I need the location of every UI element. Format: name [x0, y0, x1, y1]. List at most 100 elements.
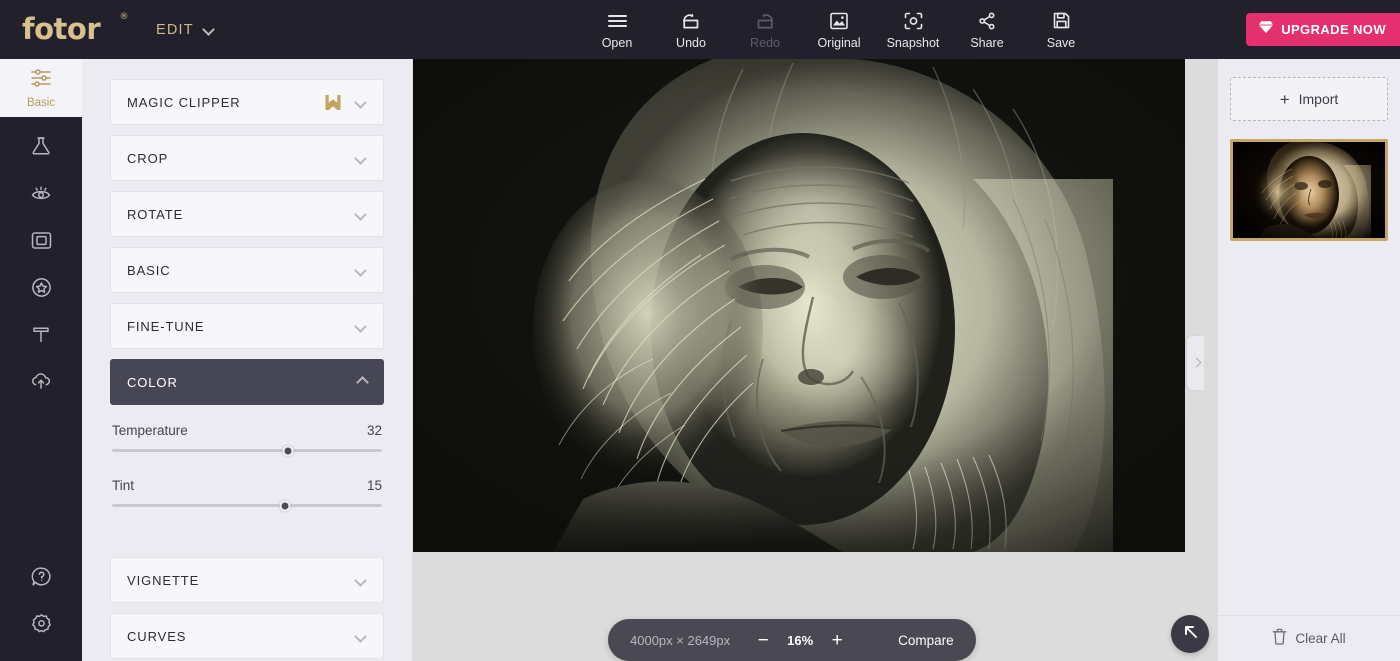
registered-mark: ® — [119, 12, 129, 22]
slider-value: 32 — [366, 423, 382, 438]
sidebar-item-upload[interactable] — [0, 360, 82, 407]
save-button[interactable]: Save — [1024, 0, 1098, 59]
frame-icon — [30, 229, 53, 257]
upgrade-label: UPGRADE NOW — [1281, 22, 1386, 37]
panel-section-color[interactable]: COLOR — [110, 359, 384, 405]
undo-arrow-icon — [680, 10, 702, 32]
sidebar-item-text[interactable] — [0, 313, 82, 360]
cloud-upload-icon — [29, 370, 53, 397]
slider-track-temperature[interactable] — [112, 445, 382, 456]
canvas-area[interactable]: 4000px × 2649px − 16% + Compare — [412, 59, 1218, 661]
clear-all-button[interactable]: Clear All — [1218, 615, 1400, 661]
top-toolbar: fotor ® EDIT Open Undo Redo Original Sna… — [0, 0, 1400, 59]
settings-button[interactable] — [0, 602, 82, 649]
panel-section-crop[interactable]: CROP — [110, 135, 384, 181]
sidebar-item-effects[interactable] — [0, 125, 82, 172]
sliders-icon — [29, 67, 53, 94]
redo-button[interactable]: Redo — [728, 0, 802, 59]
help-button[interactable] — [0, 555, 82, 602]
arrow-up-left-icon — [1181, 622, 1200, 646]
zoom-out-button[interactable]: − — [750, 627, 776, 653]
help-question-icon — [30, 565, 53, 593]
slider-knob-tint[interactable] — [279, 500, 291, 511]
open-button[interactable]: Open — [580, 0, 654, 59]
snapshot-label: Snapshot — [886, 35, 940, 50]
panel-section-fine-tune[interactable]: FINE-TUNE — [110, 303, 384, 349]
panel-section-curves[interactable]: CURVES — [110, 613, 384, 659]
original-label: Original — [817, 35, 861, 50]
compare-button[interactable]: Compare — [898, 633, 954, 648]
import-button[interactable]: + Import — [1230, 77, 1388, 121]
diamond-icon — [1258, 20, 1274, 39]
slider-value: 15 — [366, 478, 382, 493]
chevron-down-icon — [356, 575, 367, 586]
zoom-toolbar: 4000px × 2649px − 16% + Compare — [608, 619, 976, 661]
sidebar-item-frame[interactable] — [0, 219, 82, 266]
slider-label-row-temperature: Temperature 32 — [112, 423, 382, 438]
sidebar-item-beauty[interactable] — [0, 172, 82, 219]
slider-track-tint[interactable] — [112, 500, 382, 511]
original-button[interactable]: Original — [802, 0, 876, 59]
photo-thumbnail[interactable] — [1230, 139, 1388, 241]
slider-name: Tint — [112, 478, 135, 493]
sidebar-item-basic[interactable]: Basic — [0, 59, 82, 117]
image-dimensions-label: 4000px × 2649px — [630, 632, 731, 648]
left-tool-rail: Basic — [0, 59, 82, 661]
panel-section-basic[interactable]: BASIC — [110, 247, 384, 293]
fotor-editor-window: fotor ® EDIT Open Undo Redo Original Sna… — [0, 0, 1400, 661]
eye-beauty-icon — [29, 182, 54, 209]
section-title: VIGNETTE — [127, 572, 200, 588]
snapshot-button[interactable]: Snapshot — [876, 0, 950, 59]
clear-all-label: Clear All — [1295, 631, 1346, 646]
chevron-down-icon — [356, 153, 367, 164]
undo-button[interactable]: Undo — [654, 0, 728, 59]
edit-menu-label: EDIT — [156, 21, 194, 38]
chevron-down-icon — [356, 97, 367, 108]
undo-label: Undo — [676, 35, 706, 50]
trash-icon — [1272, 628, 1287, 650]
panel-section-magic-clipper[interactable]: MAGIC CLIPPER — [110, 79, 384, 125]
rail-spacer — [0, 117, 82, 125]
panel-section-rotate[interactable]: ROTATE — [110, 191, 384, 237]
chevron-right-icon — [1192, 359, 1200, 367]
chevron-up-icon — [356, 377, 367, 388]
chevron-down-icon — [356, 631, 367, 642]
section-title: CROP — [127, 150, 169, 166]
edit-menu[interactable]: EDIT — [156, 22, 215, 38]
slider-label-row-tint: Tint 15 — [112, 478, 382, 493]
camera-focus-icon — [903, 10, 924, 32]
plus-icon: + — [1279, 89, 1290, 109]
fotor-logo[interactable]: fotor ® — [22, 12, 134, 46]
premium-crown-icon — [324, 94, 342, 111]
chevron-down-icon — [204, 24, 215, 35]
zoom-in-button[interactable]: + — [824, 627, 850, 653]
section-title: BASIC — [127, 262, 171, 278]
section-title: COLOR — [127, 374, 178, 390]
logo-text: fotor — [22, 12, 101, 46]
panel-collapse-handle[interactable] — [1187, 336, 1204, 390]
sidebar-item-sticker[interactable] — [0, 266, 82, 313]
photo-render — [413, 59, 1185, 552]
sticker-star-icon — [30, 276, 53, 304]
redo-arrow-icon — [754, 10, 776, 32]
photo-tray-panel: + Import Clear All — [1218, 59, 1400, 661]
section-title: MAGIC CLIPPER — [127, 94, 241, 110]
edited-photo[interactable] — [413, 59, 1185, 552]
slider-name: Temperature — [112, 423, 188, 438]
rail-bottom-group — [0, 555, 82, 649]
share-button[interactable]: Share — [950, 0, 1024, 59]
save-label: Save — [1046, 35, 1076, 50]
fit-to-screen-button[interactable] — [1171, 615, 1209, 653]
slider-knob-temperature[interactable] — [282, 445, 293, 456]
upgrade-now-button[interactable]: UPGRADE NOW — [1246, 13, 1400, 46]
flask-effects-icon — [29, 134, 53, 163]
chevron-down-icon — [356, 209, 367, 220]
floppy-disk-icon — [1052, 10, 1071, 32]
open-label: Open — [601, 35, 633, 50]
settings-gear-icon — [30, 612, 53, 640]
section-title: FINE-TUNE — [127, 318, 205, 334]
section-title: ROTATE — [127, 206, 184, 222]
color-section-body: Temperature 32 Tint 15 — [110, 415, 384, 545]
panel-section-vignette[interactable]: VIGNETTE — [110, 557, 384, 603]
zoom-level-label: 16% — [787, 632, 814, 648]
